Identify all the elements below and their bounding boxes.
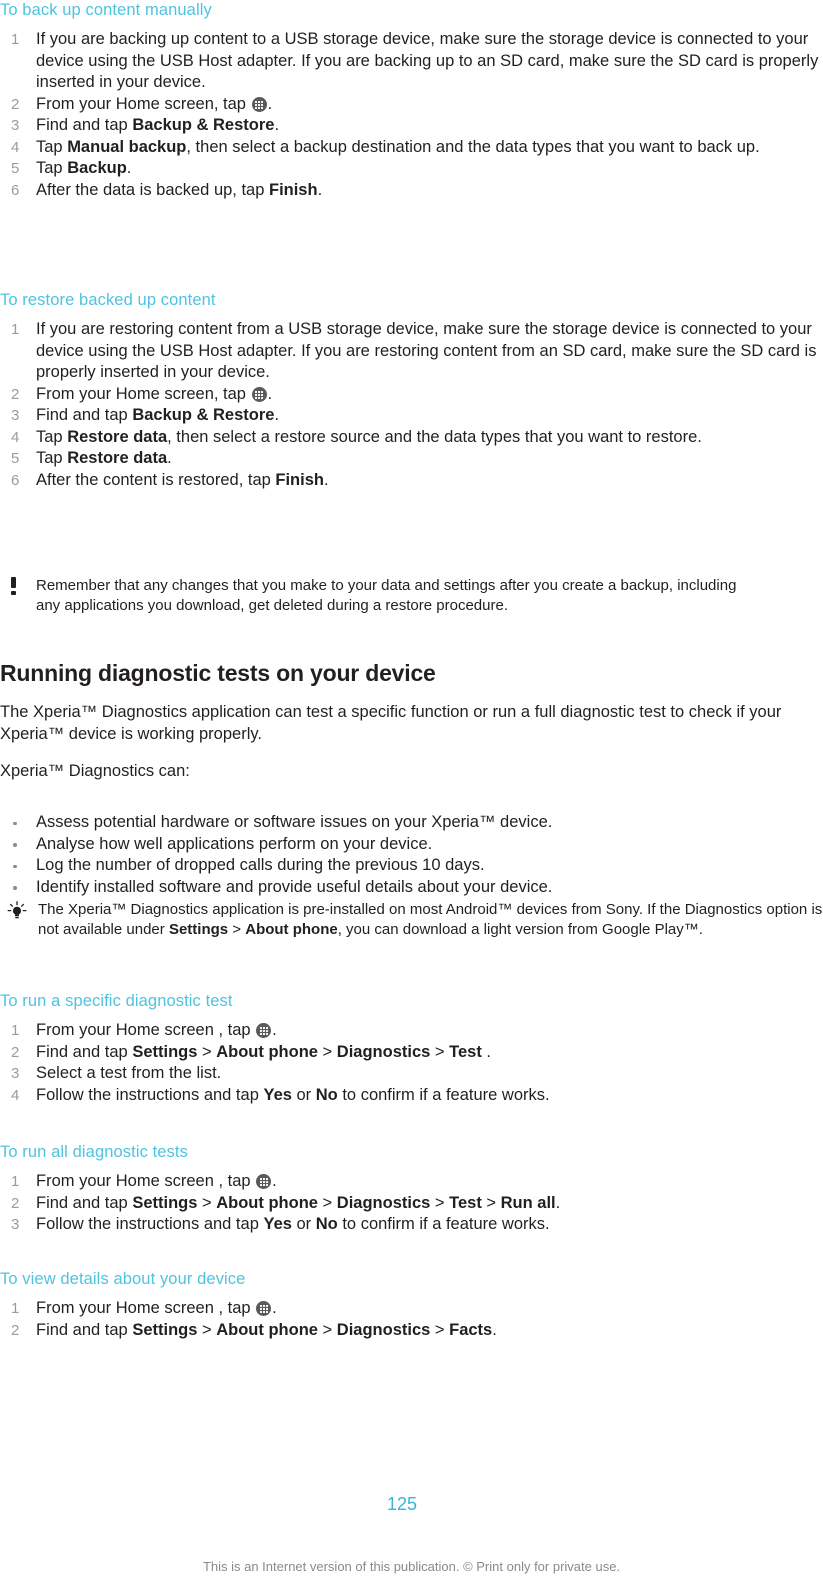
tip-callout-body: The Xperia™ Diagnostics application is p… xyxy=(0,900,823,940)
exclamation-icon xyxy=(11,577,17,595)
app-drawer-icon xyxy=(251,386,267,402)
ui-term: No xyxy=(315,1085,338,1104)
ui-term: About phone xyxy=(216,1042,318,1061)
ui-term: Yes xyxy=(263,1085,292,1104)
step-item: If you are restoring content from a USB … xyxy=(11,319,817,381)
step-item: Find and tap Settings > About phone > Di… xyxy=(11,1193,561,1214)
ui-term: Settings xyxy=(132,1193,198,1212)
step-item: From your Home screen , tap . xyxy=(11,1298,277,1319)
bullet-item: Identify installed software and provide … xyxy=(0,877,823,899)
tip-callout-diagnostics: The Xperia™ Diagnostics application is p… xyxy=(0,900,823,940)
step-item: After the data is backed up, tap Finish. xyxy=(11,180,323,201)
ui-term: Finish xyxy=(275,470,324,489)
diagnostics-intro-block: The Xperia™ Diagnostics application can … xyxy=(0,702,823,745)
procedure-heading-run-all-tests: To run all diagnostic tests xyxy=(0,1143,188,1161)
ui-term: About phone xyxy=(216,1193,318,1212)
ui-term: Restore data xyxy=(67,449,168,467)
procedure-run-all-tests: To run all diagnostic tests From your Ho… xyxy=(0,1142,823,1236)
app-drawer-icon xyxy=(251,96,267,112)
steps-list-restore-backed-up: If you are restoring content from a USB … xyxy=(0,319,823,491)
procedure-view-device-details: To view details about your device From y… xyxy=(0,1269,823,1341)
ui-term: Test xyxy=(449,1193,482,1212)
section-restore-backed-up: To restore backed up content If you are … xyxy=(0,290,823,491)
step-item: Follow the instructions and tap Yes or N… xyxy=(11,1085,550,1106)
ui-term: Restore data xyxy=(67,427,168,446)
app-drawer-icon xyxy=(256,1023,272,1038)
ui-term: Settings xyxy=(132,1042,198,1061)
diagnostics-capabilities-list: Assess potential hardware or software is… xyxy=(0,812,823,898)
ui-term: Diagnostics xyxy=(336,1320,431,1339)
step-item: Select a test from the list. xyxy=(11,1063,222,1084)
steps-list-backup-manually: If you are backing up content to a USB s… xyxy=(0,29,823,201)
step-item: Tap Manual backup, then select a backup … xyxy=(11,137,760,158)
procedure-heading-backup-manually: To back up content manually xyxy=(0,1,212,19)
ui-term: Test xyxy=(449,1042,482,1061)
ui-term: Diagnostics xyxy=(336,1042,431,1061)
step-item: From your Home screen, tap . xyxy=(11,94,273,115)
procedure-heading-view-device-details: To view details about your device xyxy=(0,1270,246,1288)
bullet-item: Log the number of dropped calls during t… xyxy=(0,855,823,877)
step-item: If you are backing up content to a USB s… xyxy=(11,29,819,91)
step-item: From your Home screen , tap . xyxy=(11,1171,277,1192)
bullet-item: Assess potential hardware or software is… xyxy=(0,812,823,834)
ui-term: Backup & Restore xyxy=(132,406,275,424)
lightbulb-icon xyxy=(6,901,28,921)
step-item: Tap Restore data, then select a restore … xyxy=(11,427,702,448)
ui-term: About phone xyxy=(245,921,338,938)
step-item: Find and tap Settings > About phone > Di… xyxy=(11,1042,491,1063)
ui-term: About phone xyxy=(216,1320,318,1339)
page-title: Running diagnostic tests on your device xyxy=(0,660,436,686)
ui-term: No xyxy=(315,1215,338,1233)
footer-copyright-note: This is an Internet version of this publ… xyxy=(202,1559,621,1574)
app-drawer-icon xyxy=(256,1301,272,1316)
ui-term: Settings xyxy=(132,1320,198,1339)
ui-term: Backup & Restore xyxy=(132,116,275,134)
diagnostics-leadin-text: Xperia™ Diagnostics can: xyxy=(0,762,190,780)
step-item: Follow the instructions and tap Yes or N… xyxy=(11,1214,550,1235)
step-item: After the content is restored, tap Finis… xyxy=(11,470,329,491)
note-callout-text: Remember that any changes that you make … xyxy=(36,577,737,614)
step-item: Tap Backup. xyxy=(11,158,132,179)
steps-list-view-device-details: From your Home screen , tap . Find and ta… xyxy=(0,1298,823,1341)
procedure-heading-run-specific-test: To run a specific diagnostic test xyxy=(0,992,233,1010)
app-drawer-icon xyxy=(256,1174,272,1189)
procedure-run-specific-test: To run a specific diagnostic test From y… xyxy=(0,991,823,1106)
section-backup-manually: To back up content manually If you are b… xyxy=(0,0,823,201)
ui-term: Diagnostics xyxy=(336,1193,431,1212)
step-item: Find and tap Backup & Restore. xyxy=(11,115,280,136)
ui-term: Yes xyxy=(263,1215,292,1233)
steps-list-run-specific-test: From your Home screen , tap . Find and ta… xyxy=(0,1020,823,1106)
procedure-heading-restore-backed-up: To restore backed up content xyxy=(0,291,216,309)
diagnostics-capabilities-block: Assess potential hardware or software is… xyxy=(0,812,823,898)
page-number: 125 xyxy=(387,1494,418,1514)
ui-term: Backup xyxy=(67,159,127,177)
ui-term: Finish xyxy=(268,180,318,199)
note-callout-body: Remember that any changes that you make … xyxy=(0,576,823,616)
step-item: Tap Restore data. xyxy=(11,448,172,469)
section-running-diagnostic-tests: Running diagnostic tests on your device xyxy=(0,659,823,687)
ui-term: Settings xyxy=(168,921,229,938)
manual-page: To back up content manually If you are b… xyxy=(0,0,823,1590)
diagnostics-intro-text: The Xperia™ Diagnostics application can … xyxy=(0,703,782,743)
ui-term: Run all xyxy=(500,1193,556,1212)
bullet-item: Analyse how well applications perform on… xyxy=(0,834,823,856)
step-item: From your Home screen , tap . xyxy=(11,1020,277,1041)
note-callout-backup: Remember that any changes that you make … xyxy=(0,576,823,616)
step-item: From your Home screen, tap . xyxy=(11,384,273,405)
diagnostics-leadin-block: Xperia™ Diagnostics can: xyxy=(0,761,823,783)
step-item: Find and tap Settings > About phone > Di… xyxy=(11,1320,497,1341)
steps-list-run-all-tests: From your Home screen , tap . Find and ta… xyxy=(0,1171,823,1236)
step-item: Find and tap Backup & Restore. xyxy=(11,405,280,426)
ui-term: Facts xyxy=(449,1320,493,1339)
ui-term: Manual backup xyxy=(67,137,187,156)
tip-callout-text: The Xperia™ Diagnostics application is p… xyxy=(38,901,823,938)
